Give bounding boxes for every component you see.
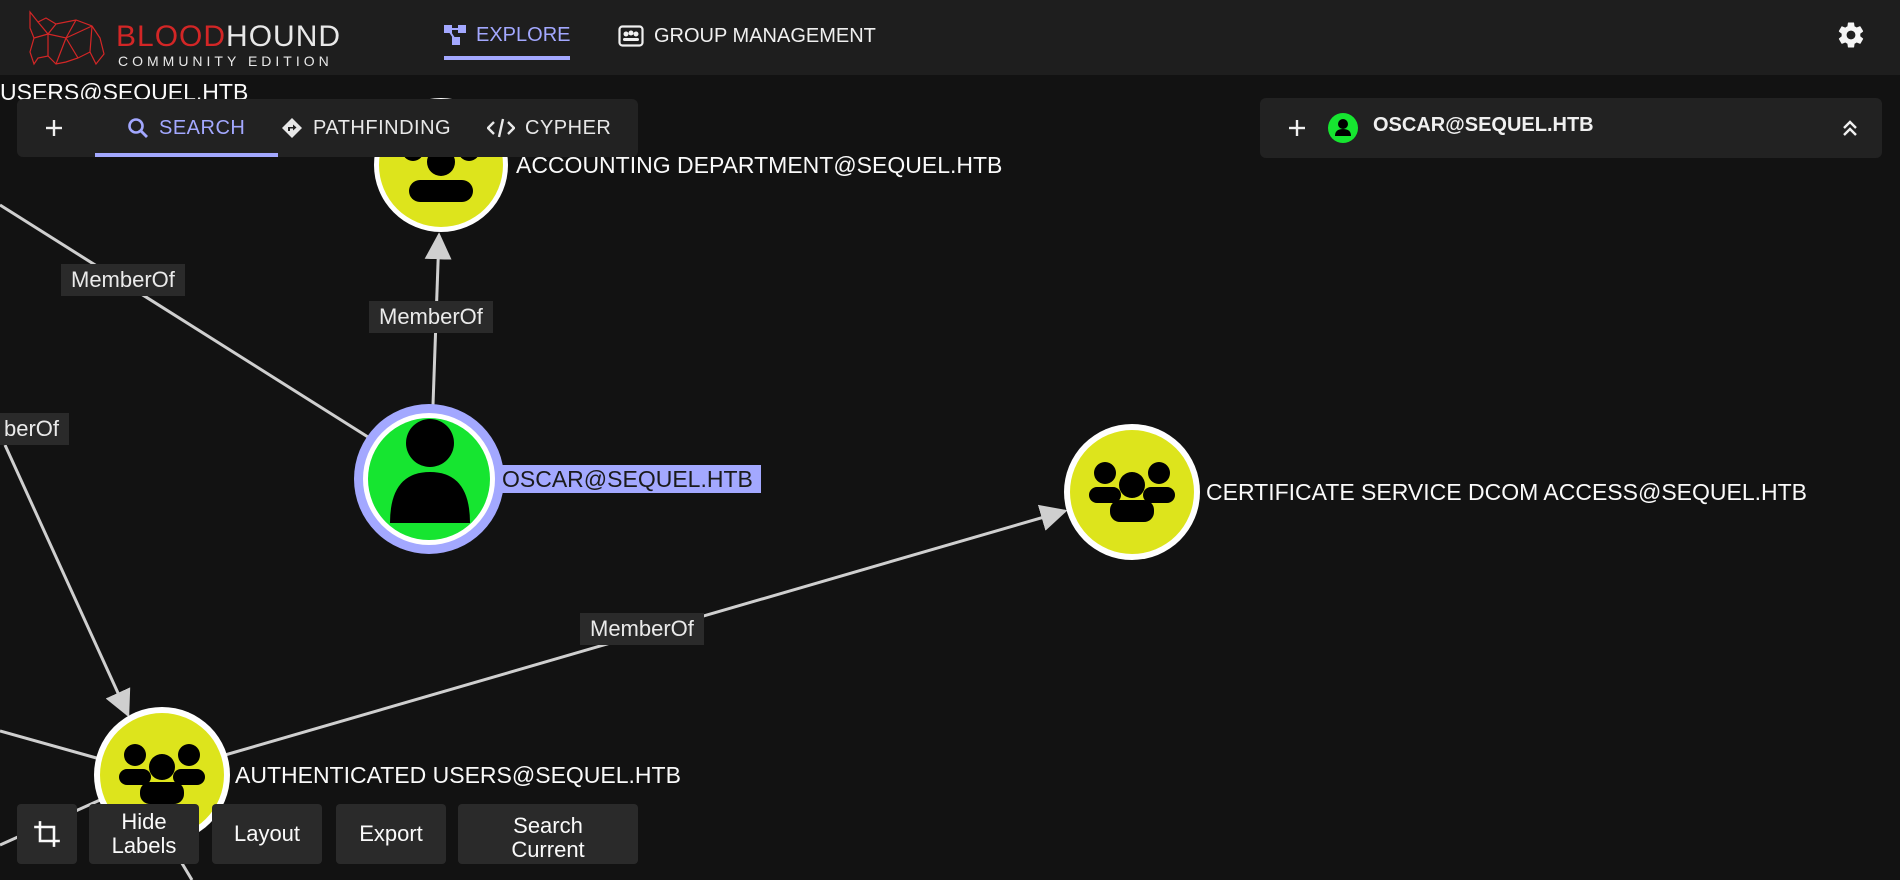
brand-name: BLOODHOUND (116, 20, 342, 53)
search-icon (128, 118, 148, 138)
tab-explore[interactable]: EXPLORE (444, 14, 571, 60)
edge-left-to-oscar (0, 203, 369, 439)
graph-canvas[interactable]: USERS@SEQUEL.HTB ACCOUNTING DEPARTMENT@S… (0, 75, 1900, 880)
directions-icon (282, 118, 302, 138)
brand-subtitle: COMMUNITY EDITION (118, 53, 333, 69)
tab-pathfinding-label: PATHFINDING (313, 116, 452, 139)
tab-cypher-label: CYPHER (525, 116, 612, 139)
node-cert-dcom[interactable] (1064, 424, 1200, 560)
search-current-results-button[interactable]: Search Current Results (458, 804, 638, 864)
user-icon (1328, 113, 1358, 143)
tab-search-label: SEARCH (159, 116, 246, 139)
tab-search[interactable]: SEARCH (127, 99, 245, 157)
group-management-icon (618, 25, 644, 47)
entity-info-panel: OSCAR@SEQUEL.HTB (1260, 98, 1882, 158)
explore-graph-icon (444, 25, 466, 45)
hound-logo-icon (29, 10, 105, 66)
export-button[interactable]: Export (336, 804, 446, 864)
edge-label-memberof: MemberOf (369, 301, 493, 333)
edge-label-memberof: MemberOf (61, 264, 185, 296)
add-icon[interactable] (1280, 111, 1314, 145)
hide-labels-button[interactable]: Hide Labels (89, 804, 199, 864)
node-label-auth-users: AUTHENTICATED USERS@SEQUEL.HTB (235, 762, 681, 788)
crop-icon (34, 821, 60, 847)
edge-left-into-auth (0, 729, 101, 761)
node-label-cert-dcom: CERTIFICATE SERVICE DCOM ACCESS@SEQUEL.H… (1206, 479, 1808, 505)
entity-name: OSCAR@SEQUEL.HTB (1373, 114, 1594, 136)
top-navbar: BLOODHOUND COMMUNITY EDITION EXPLORE GRO… (0, 0, 1900, 75)
settings-gear-icon[interactable] (1836, 20, 1866, 50)
crop-button[interactable] (17, 804, 77, 864)
tab-explore-label: EXPLORE (476, 23, 571, 46)
collapse-chevron-icon[interactable] (1838, 116, 1862, 140)
search-panel: SEARCH PATHFINDING CYPHER (17, 99, 638, 157)
tab-search-indicator (95, 153, 278, 157)
tab-group-management-label: GROUP MANAGEMENT (654, 24, 876, 47)
edge-label-memberof: berOf (0, 413, 70, 445)
tab-pathfinding[interactable]: PATHFINDING (281, 99, 451, 157)
tab-cypher[interactable]: CYPHER (487, 99, 611, 157)
tab-group-management[interactable]: GROUP MANAGEMENT (618, 14, 876, 58)
code-icon (487, 118, 515, 138)
node-oscar[interactable] (354, 404, 504, 554)
edge-left-to-auth (3, 444, 131, 718)
edge-label-memberof: MemberOf (580, 613, 704, 645)
layout-button[interactable]: Layout (212, 804, 322, 864)
add-icon[interactable] (37, 111, 71, 145)
node-label-oscar: OSCAR@SEQUEL.HTB (500, 465, 761, 493)
bloodhound-logo[interactable]: BLOODHOUND COMMUNITY EDITION (26, 8, 356, 68)
